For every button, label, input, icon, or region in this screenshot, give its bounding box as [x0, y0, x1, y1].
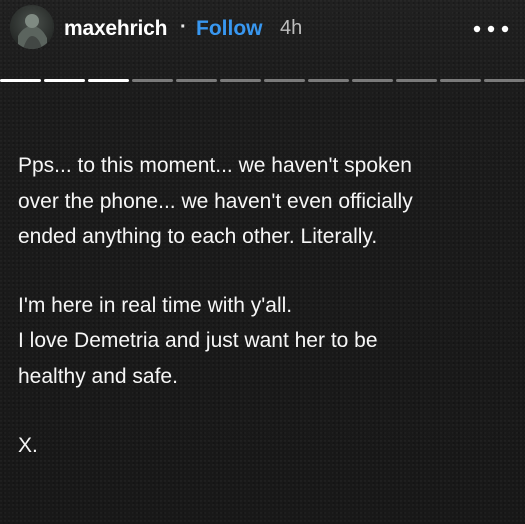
story-paragraph-1: Pps... to this moment... we haven't spok… [18, 154, 413, 248]
progress-segment [176, 79, 217, 82]
header-separator: · [180, 16, 187, 38]
progress-bar [0, 79, 525, 82]
story-progress [0, 79, 525, 82]
story-paragraph-3: X. [18, 434, 38, 457]
more-options-button[interactable] [472, 20, 510, 38]
story-text: Pps... to this moment... we haven't spok… [18, 148, 513, 464]
progress-segment [132, 79, 173, 82]
progress-segment [308, 79, 349, 82]
progress-segment-filled [88, 79, 129, 82]
story-header: maxehrich · Follow 4h [0, 0, 525, 66]
progress-segment-filled [44, 79, 85, 82]
avatar-image-icon [10, 5, 54, 49]
progress-segment-filled [0, 79, 41, 82]
progress-segment [396, 79, 437, 82]
username-label[interactable]: maxehrich [64, 17, 167, 41]
story-paragraph-2: I'm here in real time with y'all. I love… [18, 293, 378, 388]
progress-segment [484, 79, 525, 82]
progress-segment [264, 79, 305, 82]
profile-avatar[interactable] [10, 5, 54, 49]
progress-segment [220, 79, 261, 82]
more-options-icon [473, 25, 509, 33]
follow-button[interactable]: Follow [196, 17, 263, 41]
post-time: 4h [280, 17, 303, 39]
progress-segment [352, 79, 393, 82]
story-screen: maxehrich · Follow 4h Pps... to this mom… [0, 0, 525, 524]
progress-segment [440, 79, 481, 82]
